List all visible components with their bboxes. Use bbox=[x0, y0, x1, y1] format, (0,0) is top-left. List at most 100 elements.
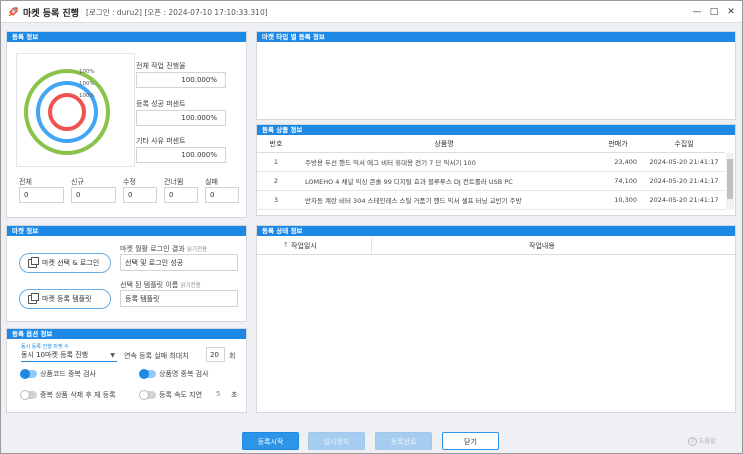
products-header-row: 번호 상품명 판매가 수집일 bbox=[257, 136, 725, 153]
ring-success bbox=[36, 81, 98, 143]
count-skip-value: 0 bbox=[164, 187, 198, 203]
fail-max-label: 연속 등록 실패 최대치 bbox=[124, 352, 189, 360]
cell-date: 2024-05-20 21:41:17 bbox=[643, 190, 725, 210]
cell-product-name: 주방용 두선 핸드 믹서 에그 비터 휴대용 전기 7 단 믹서기 100 bbox=[295, 152, 593, 172]
help-button[interactable]: ? 도움말 bbox=[688, 436, 715, 446]
name-check-label: 상품명 중복 검사 bbox=[159, 370, 209, 378]
app-window: 마켓 등록 진행 [로그인 : duru2] [오픈 : 2024-07-10 … bbox=[0, 0, 743, 454]
registration-info-panel: 등록 정보 100% 100% 100% 전체 작업 진행율 100.000% … bbox=[6, 31, 247, 218]
toggle-knob bbox=[139, 390, 149, 400]
login-result-readonly-note: 읽기전용 bbox=[186, 247, 208, 253]
delete-reregister-label: 중복 상품 삭제 후 재 등록 bbox=[40, 391, 116, 399]
ring-success-label: 100% bbox=[79, 81, 95, 87]
registered-products-panel: 등록 상품 정보 번호 상품명 판매가 수집일 1 주방용 두선 핸드 믹서 에… bbox=[256, 124, 736, 216]
registration-info-header: 등록 정보 bbox=[7, 32, 246, 42]
status-header-row: ↑ 작업일시 작업내용 bbox=[257, 237, 735, 255]
maximize-button[interactable]: □ bbox=[707, 5, 721, 19]
col-work-time[interactable]: 작업일시 bbox=[291, 241, 317, 251]
login-result-field: 선택 및 로그인 성공 bbox=[120, 254, 238, 271]
ring-total-label: 100% bbox=[79, 69, 95, 75]
mode-select-value: 동시 10마켓 등록 진행 bbox=[21, 351, 89, 359]
copy-icon bbox=[28, 293, 39, 304]
products-table-wrap: 번호 상품명 판매가 수집일 1 주방용 두선 핸드 믹서 에그 비터 휴대용 … bbox=[257, 136, 725, 210]
count-skip-label: 건너뜀 bbox=[164, 178, 184, 186]
col-number[interactable]: 번호 bbox=[257, 136, 295, 153]
cell-price: 23,400 bbox=[593, 152, 643, 172]
start-registration-button[interactable]: 등록시작 bbox=[242, 432, 299, 450]
rocket-icon bbox=[8, 7, 18, 17]
chevron-down-icon: ▼ bbox=[110, 352, 115, 359]
count-new-label: 신규 bbox=[71, 178, 84, 186]
other-percent-label: 기타 사유 퍼센트 bbox=[136, 137, 186, 145]
table-row[interactable]: 3 반자동 계란 비터 304 스테인레스 스틸 거품기 핸드 믹서 셀프 터닝… bbox=[257, 190, 725, 210]
fail-max-unit: 회 bbox=[229, 352, 236, 360]
window-title: 마켓 등록 진행 bbox=[23, 9, 79, 19]
registration-status-header: 등록 상태 정보 bbox=[257, 226, 735, 236]
success-percent-label: 등록 성공 퍼센트 bbox=[136, 100, 186, 108]
cell-date: 2024-05-20 21:41:17 bbox=[643, 152, 725, 172]
pause-button[interactable]: 일시정지 bbox=[308, 432, 365, 450]
col-collected-date[interactable]: 수집일 bbox=[643, 136, 725, 153]
toggle-knob bbox=[20, 369, 30, 379]
cell-date: 2024-05-20 21:41:17 bbox=[643, 171, 725, 191]
count-total-label: 전체 bbox=[19, 178, 32, 186]
template-name-field: 등록 템플릿 bbox=[120, 290, 238, 307]
other-percent-value: 100.000% bbox=[136, 147, 226, 163]
market-type-header: 마켓 타입 별 등록 정보 bbox=[257, 32, 735, 42]
column-divider bbox=[371, 237, 372, 255]
ring-other-label: 100% bbox=[79, 93, 95, 99]
table-row[interactable]: 2 LOMEHO 4 채널 믹싱 콘솔 99 디지털 효과 블루투스 DJ 컨트… bbox=[257, 171, 725, 191]
toggle-knob bbox=[139, 369, 149, 379]
cell-number: 1 bbox=[257, 152, 295, 172]
registration-status-panel: 등록 상태 정보 ↑ 작업일시 작업내용 bbox=[256, 225, 736, 413]
delay-toggle[interactable] bbox=[139, 390, 156, 400]
close-window-button[interactable]: ✕ bbox=[724, 5, 738, 19]
market-template-button[interactable]: 마켓 등록 템플릿 bbox=[19, 289, 111, 309]
col-price[interactable]: 판매가 bbox=[593, 136, 643, 153]
delay-value[interactable]: 5 bbox=[216, 390, 220, 398]
table-row[interactable]: 1 주방용 두선 핸드 믹서 에그 비터 휴대용 전기 7 단 믹서기 100 … bbox=[257, 152, 725, 172]
fail-max-input[interactable]: 20 bbox=[206, 347, 225, 362]
products-table: 번호 상품명 판매가 수집일 1 주방용 두선 핸드 믹서 에그 비터 휴대용 … bbox=[257, 136, 725, 210]
help-label: 도움말 bbox=[698, 438, 716, 445]
count-fail-label: 실패 bbox=[205, 178, 218, 186]
code-check-label: 상품코드 중복 검사 bbox=[40, 370, 96, 378]
help-icon: ? bbox=[688, 437, 697, 446]
ring-other bbox=[48, 93, 86, 131]
total-progress-label: 전체 작업 진행율 bbox=[136, 62, 186, 70]
count-update-label: 수정 bbox=[123, 178, 136, 186]
registration-options-header: 등록 옵션 정보 bbox=[7, 329, 246, 339]
minimize-button[interactable]: — bbox=[690, 5, 704, 19]
cell-number: 2 bbox=[257, 171, 295, 191]
title-bar: 마켓 등록 진행 [로그인 : duru2] [오픈 : 2024-07-10 … bbox=[1, 1, 742, 23]
window-subtitle: [로그인 : duru2] [오픈 : 2024-07-10 17:10:33.… bbox=[86, 8, 268, 17]
progress-ring-area: 100% 100% 100% bbox=[16, 53, 135, 167]
count-new-value: 0 bbox=[71, 187, 116, 203]
code-check-toggle[interactable] bbox=[20, 369, 37, 379]
registered-products-header: 등록 상품 정보 bbox=[257, 125, 735, 135]
col-product-name[interactable]: 상품명 bbox=[295, 136, 593, 153]
toggle-knob bbox=[20, 390, 30, 400]
count-total-value: 0 bbox=[19, 187, 64, 203]
col-work-content[interactable]: 작업내용 bbox=[529, 241, 555, 251]
delay-unit: 초 bbox=[231, 391, 238, 399]
scrollbar-thumb[interactable] bbox=[727, 159, 733, 199]
close-button[interactable]: 닫기 bbox=[442, 432, 499, 450]
cell-number: 3 bbox=[257, 190, 295, 210]
market-info-panel: 마켓 정보 마켓 선택 & 로그인 마켓 등록 템플릿 마켓 월활 로그인 결과… bbox=[6, 225, 247, 322]
registration-options-panel: 등록 옵션 정보 동시 등록 진행 마켓 수 동시 10마켓 등록 진행 ▼ 연… bbox=[6, 328, 247, 413]
products-scrollbar[interactable] bbox=[726, 153, 734, 209]
mode-select[interactable]: 동시 10마켓 등록 진행 ▼ bbox=[21, 349, 117, 362]
delete-reregister-toggle[interactable] bbox=[20, 390, 37, 400]
name-check-toggle[interactable] bbox=[139, 369, 156, 379]
market-info-header: 마켓 정보 bbox=[7, 226, 246, 236]
cell-product-name: LOMEHO 4 채널 믹싱 콘솔 99 디지털 효과 블루투스 DJ 컨트롤러… bbox=[295, 171, 593, 191]
market-select-login-button[interactable]: 마켓 선택 & 로그인 bbox=[19, 253, 111, 273]
total-progress-value: 100.000% bbox=[136, 72, 226, 88]
count-fail-value: 0 bbox=[205, 187, 239, 203]
cell-price: 10,300 bbox=[593, 190, 643, 210]
login-result-label: 마켓 월활 로그인 결과 읽기전용 bbox=[120, 245, 208, 253]
finish-registration-button[interactable]: 등록완료 bbox=[375, 432, 432, 450]
market-template-label: 마켓 등록 템플릿 bbox=[42, 295, 92, 303]
progress-rings: 100% 100% 100% bbox=[24, 69, 110, 155]
